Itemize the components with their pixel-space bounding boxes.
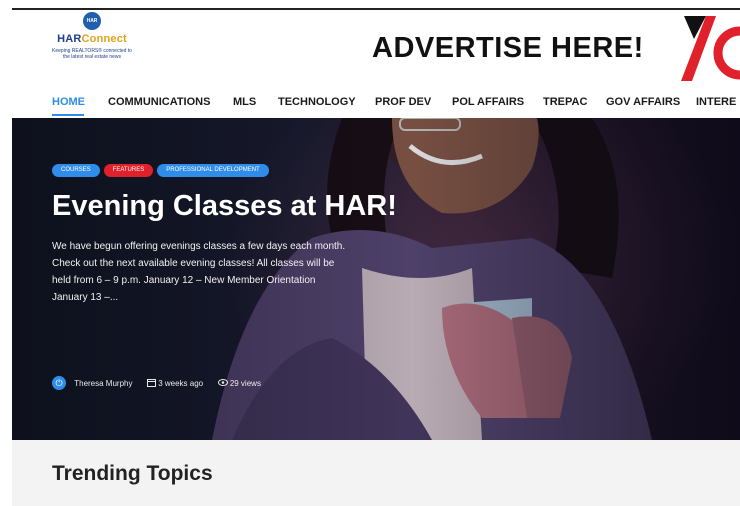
tag-courses[interactable]: COURSES [52, 164, 100, 177]
views-eye-icon [217, 378, 228, 388]
logo-wordmark-connect: Connect [81, 33, 127, 45]
logo-badge-icon: HAR [83, 12, 101, 30]
left-margin [0, 0, 12, 506]
nav-pol-affairs[interactable]: POL AFFAIRS [452, 96, 524, 108]
tag-features[interactable]: FEATURES [103, 164, 154, 177]
trending-title: Trending Topics [52, 462, 213, 485]
logo-wordmark-har: HAR [57, 33, 82, 45]
featured-hero[interactable]: COURSES FEATURES PROFESSIONAL DEVELOPMENT … [12, 118, 740, 440]
nav-active-indicator [52, 114, 84, 116]
nav-trepac[interactable]: TREPAC [543, 96, 587, 108]
logo-tagline: Keeping REALTORS® connected to the lates… [52, 48, 132, 60]
nav-prof-dev[interactable]: PROF DEV [375, 96, 431, 108]
tag-professional-development[interactable]: PROFESSIONAL DEVELOPMENT [157, 164, 269, 177]
nav-home[interactable]: HOME [52, 96, 85, 108]
ad-graphic-icon [681, 16, 740, 81]
hero-title[interactable]: Evening Classes at HAR! [52, 190, 397, 223]
post-date: 3 weeks ago [158, 378, 204, 388]
hero-excerpt: We have begun offering evenings classes … [52, 241, 346, 303]
nav-technology[interactable]: TECHNOLOGY [278, 96, 356, 108]
nav-communications[interactable]: COMMUNICATIONS [108, 96, 210, 108]
calendar-icon [146, 378, 156, 389]
hero-meta: ⏻ Theresa Murphy 3 weeks ago 29 views [52, 376, 261, 390]
nav-mls[interactable]: MLS [233, 96, 256, 108]
main-nav: HOME COMMUNICATIONS MLS TECHNOLOGY PROF … [12, 90, 740, 118]
view-count: 29 views [229, 378, 261, 388]
nav-interests[interactable]: INTERE [696, 96, 736, 108]
hero-tags: COURSES FEATURES PROFESSIONAL DEVELOPMENT [52, 164, 273, 182]
logo-wordmark: HARConnect [52, 33, 132, 45]
advertise-banner[interactable]: ADVERTISE HERE! [372, 32, 644, 65]
author-avatar-icon: ⏻ [52, 376, 66, 390]
site-header: HAR HARConnect Keeping REALTORS® connect… [12, 10, 740, 90]
nav-gov-affairs[interactable]: GOV AFFAIRS [606, 96, 680, 108]
site-logo[interactable]: HAR HARConnect Keeping REALTORS® connect… [52, 12, 132, 88]
author-name[interactable]: Theresa Murphy [74, 379, 132, 388]
